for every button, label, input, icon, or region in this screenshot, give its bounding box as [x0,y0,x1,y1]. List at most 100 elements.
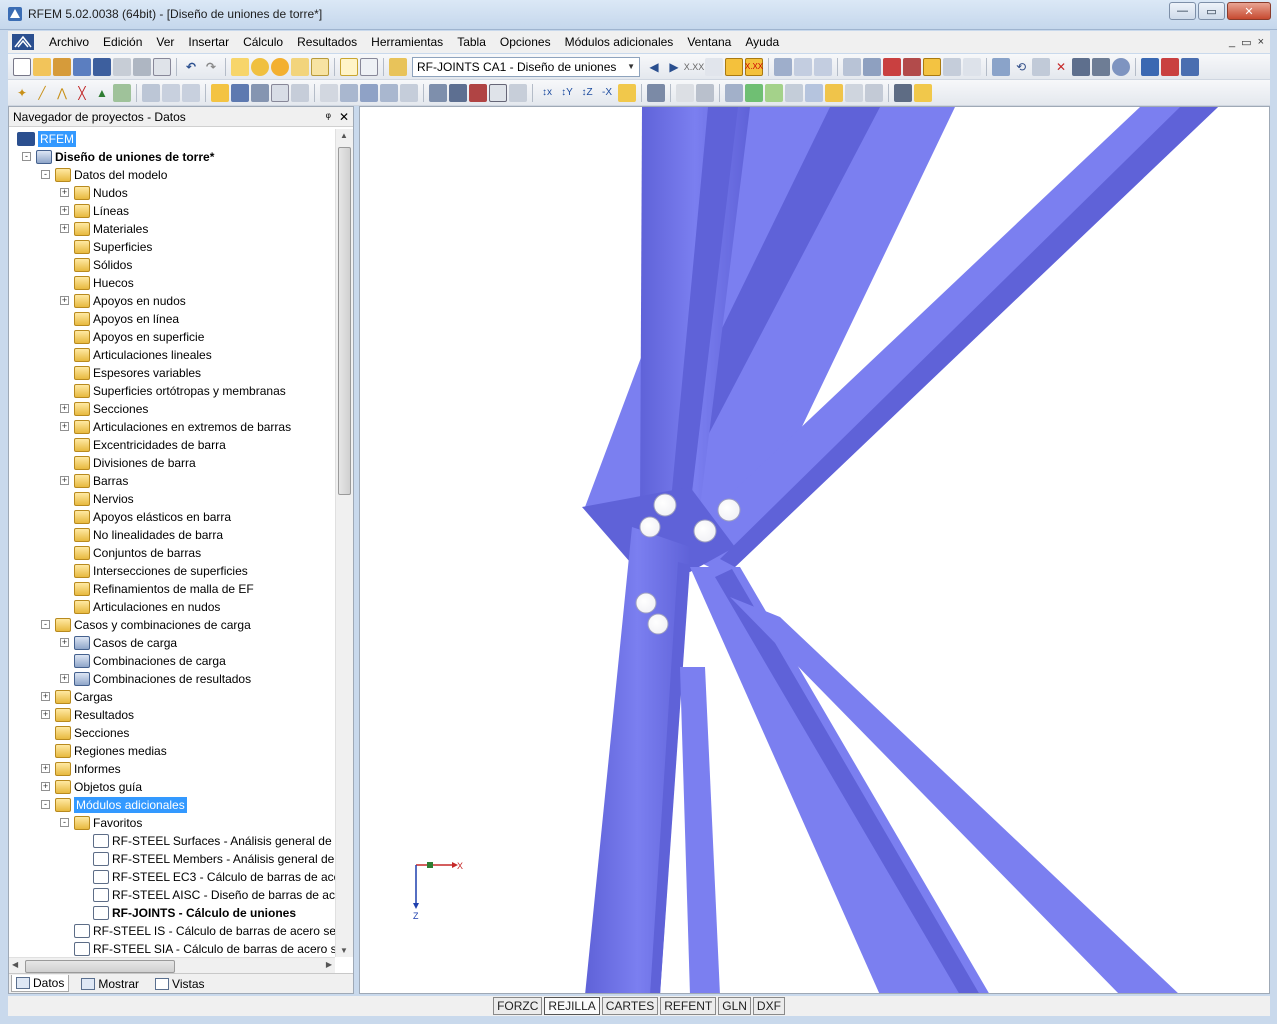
bolt[interactable] [653,493,677,517]
expand-icon[interactable]: + [60,674,69,683]
scroll-right-icon[interactable]: ▶ [326,960,332,969]
tree-item[interactable]: Apoyos en superficie [74,328,204,346]
menu-resultados[interactable]: Resultados [290,35,364,49]
dxf-icon[interactable] [1181,57,1199,76]
member-sets-icon[interactable] [400,83,418,102]
print-graphic-icon[interactable] [133,57,151,76]
bolt[interactable] [639,516,661,538]
tree-item[interactable]: RF-STEEL SIA - Cálculo de barras de acer… [74,940,335,957]
save-icon[interactable] [93,57,111,76]
status-toggle-refent[interactable]: REFENT [660,997,717,1015]
menu-ventana[interactable]: Ventana [680,35,738,49]
tree-item[interactable]: + Barras [60,472,128,490]
expand-icon[interactable]: + [41,692,50,701]
status-toggle-dxf[interactable]: DXF [752,997,785,1015]
model-rendering[interactable]: X Z [360,107,1270,994]
tree-item[interactable]: - Casos y combinaciones de carga [41,616,251,634]
expand-icon[interactable]: + [60,188,69,197]
collapse-icon[interactable]: - [60,818,69,827]
mesh-refine-icon[interactable] [380,83,398,102]
module-case-select[interactable]: RF-JOINTS CA1 - Diseño de uniones ▼ [412,56,640,77]
view-fit-icon[interactable] [449,83,467,102]
tree-item[interactable]: + Nudos [60,184,128,202]
tree-item[interactable]: Refinamientos de malla de EF [74,580,254,598]
select-icon[interactable] [211,83,229,102]
tree-item[interactable]: - Datos del modelo [41,166,167,184]
import-icon[interactable] [1161,57,1179,76]
tree-item[interactable]: Combinaciones de carga [74,652,226,670]
tree-item[interactable]: Intersecciones de superficies [74,562,248,580]
expand-icon[interactable]: + [60,206,69,215]
check-icon[interactable] [1092,57,1110,76]
clipping-icon[interactable] [805,83,823,102]
close-button[interactable]: ✕ [1227,2,1271,20]
print-preview-icon[interactable] [153,57,171,76]
tree-vertical-scrollbar[interactable]: ▲ ▼ [335,129,353,957]
tree-item[interactable]: Superficies ortótropas y membranas [74,382,286,400]
select-window-icon[interactable] [231,83,249,102]
tree-item[interactable]: Articulaciones en nudos [74,598,220,616]
chevron-down-icon[interactable]: ▼ [627,62,635,71]
menu-modulos-adicionales[interactable]: Módulos adicionales [558,35,681,49]
animation-icon[interactable] [774,57,792,76]
cube-icon[interactable] [271,83,289,102]
expand-icon[interactable]: + [60,476,69,485]
guide-objects-icon[interactable] [943,57,961,76]
color-view-icon[interactable] [618,83,636,102]
tree-item[interactable]: Regiones medias [55,742,167,760]
tree-item[interactable]: Huecos [74,274,134,292]
visibility-icon[interactable] [992,57,1010,76]
show-results-icon[interactable] [725,57,743,76]
ratio-view-icon[interactable] [814,57,832,76]
pin-icon[interactable]: ᵠ [326,110,331,124]
bolt[interactable] [693,519,717,543]
tree-item[interactable]: RF-JOINTS - Cálculo de uniones [93,904,296,922]
menu-ver[interactable]: Ver [149,35,181,49]
member-load-icon[interactable] [182,83,200,102]
tree-item[interactable]: Superficies [74,238,152,256]
connect-icon[interactable] [340,83,358,102]
graphics-viewport[interactable]: X Z [359,106,1270,994]
scroll-down-icon[interactable]: ▼ [340,946,348,955]
view-window-icon[interactable] [469,83,487,102]
menu-insertar[interactable]: Insertar [181,35,236,49]
tree-item[interactable]: + Combinaciones de resultados [60,670,251,688]
bolt[interactable] [647,613,669,635]
status-toggle-cartes[interactable]: CARTES [601,997,659,1015]
nodal-load-icon[interactable] [162,83,180,102]
tree-item[interactable]: Nervios [74,490,134,508]
grid-icon[interactable] [843,57,861,76]
layers-icon[interactable] [291,83,309,102]
select-filter-icon[interactable] [251,83,269,102]
expand-icon[interactable]: + [60,296,69,305]
tree-item[interactable]: Excentricidades de barra [74,436,226,454]
menu-opciones[interactable]: Opciones [493,35,558,49]
line-icon[interactable]: ╱ [33,84,51,102]
tree-item[interactable]: Divisiones de barra [74,454,196,472]
model-block-icon[interactable] [73,57,91,76]
tree-item[interactable]: RF-STEEL AISC - Diseño de barras de acer… [93,886,335,904]
tree-item[interactable]: + Apoyos en nudos [60,292,186,310]
mesh-icon[interactable] [360,83,378,102]
open-folder-icon[interactable] [33,57,51,76]
mdi-minimize-button[interactable]: _ [1229,36,1235,49]
table-grid-icon[interactable] [825,83,843,102]
tree-item[interactable]: + Resultados [41,706,134,724]
snap-icon[interactable] [883,57,901,76]
options-icon[interactable] [1112,57,1130,76]
tree-item[interactable]: - Favoritos [60,814,142,832]
status-toggle-gln[interactable]: GLN [718,997,751,1015]
collapse-icon[interactable]: - [22,152,31,161]
edit-pencil-icon[interactable] [231,57,249,76]
expand-icon[interactable]: + [60,404,69,413]
menu-calculo[interactable]: Cálculo [236,35,290,49]
collapse-icon[interactable]: - [41,620,50,629]
tab-datos[interactable]: Datos [11,975,70,992]
render-icon[interactable] [647,83,665,102]
surface-icon[interactable] [745,83,763,102]
tree-item[interactable]: + Informes [41,760,121,778]
tree-item[interactable]: - Diseño de uniones de torre* [22,148,214,166]
tree-item[interactable]: RFEM [17,130,76,148]
menu-archivo[interactable]: Archivo [42,35,96,49]
tools-icon[interactable] [914,83,932,102]
